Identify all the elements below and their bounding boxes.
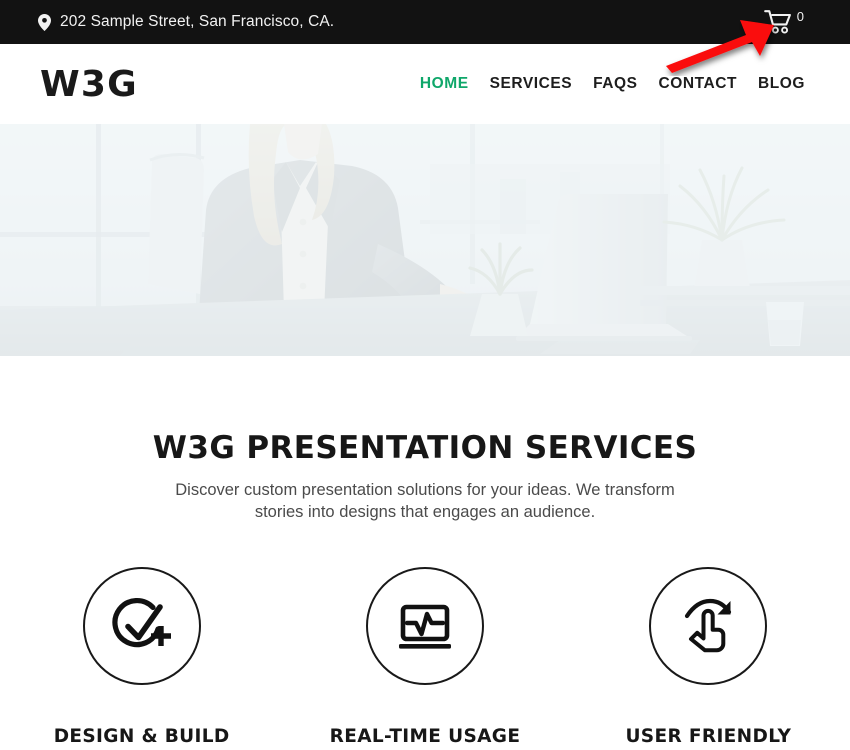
address-text: 202 Sample Street, San Francisco, CA. <box>60 13 335 30</box>
page-title: W3G PRESENTATION SERVICES <box>152 430 698 466</box>
feature-title: USER FRIENDLY <box>625 725 792 747</box>
page-subtitle: Discover custom presentation solutions f… <box>175 481 675 521</box>
site-logo[interactable]: W3G <box>40 64 138 105</box>
address-block: 202 Sample Street, San Francisco, CA. <box>38 13 334 31</box>
feature-title: REAL-TIME USAGE <box>329 725 521 747</box>
nav-item-services[interactable]: SERVICES <box>490 75 573 93</box>
hero-banner <box>0 124 850 356</box>
site-header: W3G HOME SERVICES FAQS CONTACT BLOG <box>0 44 850 124</box>
page-root: 202 Sample Street, San Francisco, CA. 0 … <box>0 0 850 750</box>
nav-item-faqs[interactable]: FAQS <box>593 75 637 93</box>
map-pin-icon <box>38 13 51 31</box>
check-circle-plus-icon <box>111 595 173 657</box>
hero-overlay <box>0 124 850 356</box>
feature-icon-circle <box>649 566 768 685</box>
cart-count-badge: 0 <box>796 9 804 24</box>
cart-button[interactable]: 0 <box>763 9 804 35</box>
feature-icon-circle <box>82 566 201 685</box>
main-navigation: HOME SERVICES FAQS CONTACT BLOG <box>420 75 805 93</box>
nav-item-home[interactable]: HOME <box>420 75 469 93</box>
feature-real-time-usage[interactable]: REAL-TIME USAGE <box>283 566 566 747</box>
hand-pointer-rotate-icon <box>677 595 739 657</box>
feature-icon-circle <box>365 566 484 685</box>
nav-item-contact[interactable]: CONTACT <box>659 75 737 93</box>
feature-design-build[interactable]: DESIGN & BUILD <box>0 566 283 747</box>
feature-user-friendly[interactable]: USER FRIENDLY <box>567 566 850 747</box>
main-content: W3G PRESENTATION SERVICES Discover custo… <box>0 356 850 747</box>
feature-list: DESIGN & BUILD REAL-TIME USAGE USER FRIE… <box>0 566 850 747</box>
shopping-cart-icon[interactable] <box>763 9 794 35</box>
feature-title: DESIGN & BUILD <box>53 725 230 747</box>
nav-item-blog[interactable]: BLOG <box>758 75 805 93</box>
laptop-analytics-icon <box>394 595 456 657</box>
top-bar: 202 Sample Street, San Francisco, CA. 0 <box>0 0 850 44</box>
